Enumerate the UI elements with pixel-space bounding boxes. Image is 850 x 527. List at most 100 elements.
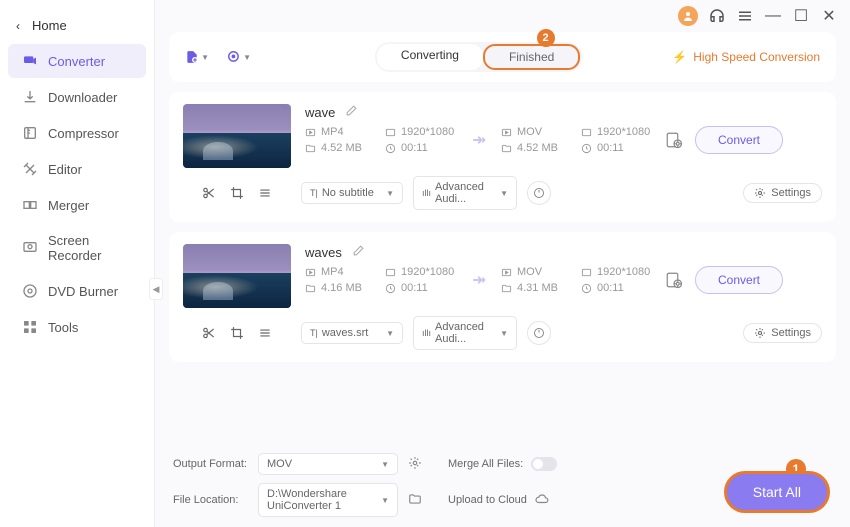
start-all-button[interactable]: Start All	[724, 471, 830, 513]
crop-icon[interactable]	[230, 326, 244, 340]
sidebar-item-downloader[interactable]: Downloader	[8, 80, 146, 114]
more-icon[interactable]	[258, 326, 272, 340]
sidebar-item-compressor[interactable]: Compressor	[8, 116, 146, 150]
high-speed-conversion[interactable]: ⚡ High Speed Conversion	[672, 50, 820, 64]
convert-button[interactable]: Convert	[695, 126, 783, 154]
arrow-right-icon	[465, 270, 493, 290]
chevron-down-icon: ▼	[386, 189, 394, 198]
tab-finished[interactable]: Finished	[483, 44, 580, 70]
merger-icon	[22, 197, 38, 213]
file-list: wave MP4 4.52 MB 1920*1080 00:11 MOV	[169, 92, 836, 445]
chevron-down-icon: ▼	[243, 53, 251, 62]
start-all-wrap: 1 Start All	[724, 471, 830, 513]
tools-icon	[22, 319, 38, 335]
arrow-right-icon	[465, 130, 493, 150]
avatar[interactable]	[678, 6, 698, 26]
merge-toggle[interactable]	[531, 457, 557, 471]
tab-converting[interactable]: Converting	[377, 44, 483, 70]
support-icon[interactable]	[708, 7, 726, 25]
cloud-icon[interactable]	[535, 492, 549, 509]
video-thumbnail[interactable]	[183, 244, 291, 308]
bolt-icon: ⚡	[672, 50, 687, 64]
content-area: ▼ ▼ 2 Converting Finished ⚡ High Speed C…	[155, 32, 850, 527]
file-name: wave	[305, 105, 335, 120]
sidebar-item-tools[interactable]: Tools	[8, 310, 146, 344]
nav-label: Tools	[48, 320, 78, 335]
titlebar: — ☐ ✕	[155, 0, 850, 32]
add-dvd-button[interactable]: ▼	[227, 45, 251, 69]
output-settings-icon[interactable]	[661, 131, 687, 149]
nav-label: Screen Recorder	[48, 233, 132, 263]
subtitle-dropdown[interactable]: T|waves.srt ▼	[301, 322, 403, 344]
nav-label: Downloader	[48, 90, 117, 105]
file-location-dropdown[interactable]: D:\Wondershare UniConverter 1 ▼	[258, 483, 398, 517]
sidebar-item-screen-recorder[interactable]: Screen Recorder	[8, 224, 146, 272]
sidebar-item-dvd-burner[interactable]: DVD Burner	[8, 274, 146, 308]
edit-icon[interactable]	[352, 244, 365, 260]
dvd-burner-icon	[22, 283, 38, 299]
downloader-icon	[22, 89, 38, 105]
converter-icon	[22, 53, 38, 69]
more-icon[interactable]	[258, 186, 272, 200]
trim-icon[interactable]	[202, 186, 216, 200]
info-icon[interactable]	[527, 321, 551, 345]
item-settings-button[interactable]: Settings	[743, 323, 822, 343]
audio-dropdown[interactable]: ıllıAdvanced Audi... ▼	[413, 316, 517, 350]
menu-icon[interactable]	[736, 7, 754, 25]
trim-icon[interactable]	[202, 326, 216, 340]
hs-label: High Speed Conversion	[693, 50, 820, 64]
crop-icon[interactable]	[230, 186, 244, 200]
toolbar: ▼ ▼ 2 Converting Finished ⚡ High Speed C…	[169, 32, 836, 82]
screen-recorder-icon	[22, 240, 38, 256]
upload-cloud-label: Upload to Cloud	[448, 494, 527, 506]
edit-icon[interactable]	[345, 104, 358, 120]
sidebar-item-editor[interactable]: Editor	[8, 152, 146, 186]
nav-label: DVD Burner	[48, 284, 118, 299]
sidebar-item-converter[interactable]: Converter	[8, 44, 146, 78]
chevron-down-icon: ▼	[381, 460, 389, 469]
chevron-down-icon: ▼	[500, 329, 508, 338]
output-settings-icon[interactable]	[408, 456, 422, 473]
sidebar-collapse-button[interactable]: ◀	[149, 278, 163, 300]
convert-button[interactable]: Convert	[695, 266, 783, 294]
sidebar-item-merger[interactable]: Merger	[8, 188, 146, 222]
info-icon[interactable]	[527, 181, 551, 205]
subtitle-dropdown[interactable]: T|No subtitle ▼	[301, 182, 403, 204]
maximize-button[interactable]: ☐	[792, 7, 810, 25]
audio-dropdown[interactable]: ıllıAdvanced Audi... ▼	[413, 176, 517, 210]
minimize-button[interactable]: —	[764, 7, 782, 25]
home-nav[interactable]: ‹ Home	[0, 8, 154, 43]
file-location-label: File Location:	[173, 494, 248, 506]
add-group: ▼ ▼	[185, 45, 255, 69]
chevron-down-icon: ▼	[381, 496, 389, 505]
video-thumbnail[interactable]	[183, 104, 291, 168]
folder-open-icon[interactable]	[408, 492, 422, 509]
file-card: waves MP4 4.16 MB 1920*1080 00:11 MOV	[169, 232, 836, 362]
callout-badge-2: 2	[537, 29, 555, 47]
editor-icon	[22, 161, 38, 177]
nav-label: Editor	[48, 162, 82, 177]
output-format-dropdown[interactable]: MOV ▼	[258, 453, 398, 475]
output-format-label: Output Format:	[173, 458, 248, 470]
nav-label: Merger	[48, 198, 89, 213]
close-button[interactable]: ✕	[820, 7, 838, 25]
chevron-down-icon: ▼	[201, 53, 209, 62]
merge-label: Merge All Files:	[448, 458, 523, 470]
item-settings-button[interactable]: Settings	[743, 183, 822, 203]
add-file-button[interactable]: ▼	[185, 45, 209, 69]
chevron-down-icon: ▼	[386, 329, 394, 338]
chevron-down-icon: ▼	[500, 189, 508, 198]
output-format-value: MOV	[267, 458, 292, 470]
file-location-value: D:\Wondershare UniConverter 1	[267, 488, 381, 512]
back-icon: ‹	[16, 19, 20, 33]
nav-label: Compressor	[48, 126, 119, 141]
compressor-icon	[22, 125, 38, 141]
status-tabs: 2 Converting Finished	[375, 42, 582, 72]
main: — ☐ ✕ ▼ ▼ 2 Converting Finished ⚡	[155, 0, 850, 527]
output-settings-icon[interactable]	[661, 271, 687, 289]
file-name: waves	[305, 245, 342, 260]
sidebar: ‹ Home Converter Downloader Compressor E…	[0, 0, 155, 527]
file-card: wave MP4 4.52 MB 1920*1080 00:11 MOV	[169, 92, 836, 222]
nav-label: Converter	[48, 54, 105, 69]
home-label: Home	[32, 18, 67, 33]
